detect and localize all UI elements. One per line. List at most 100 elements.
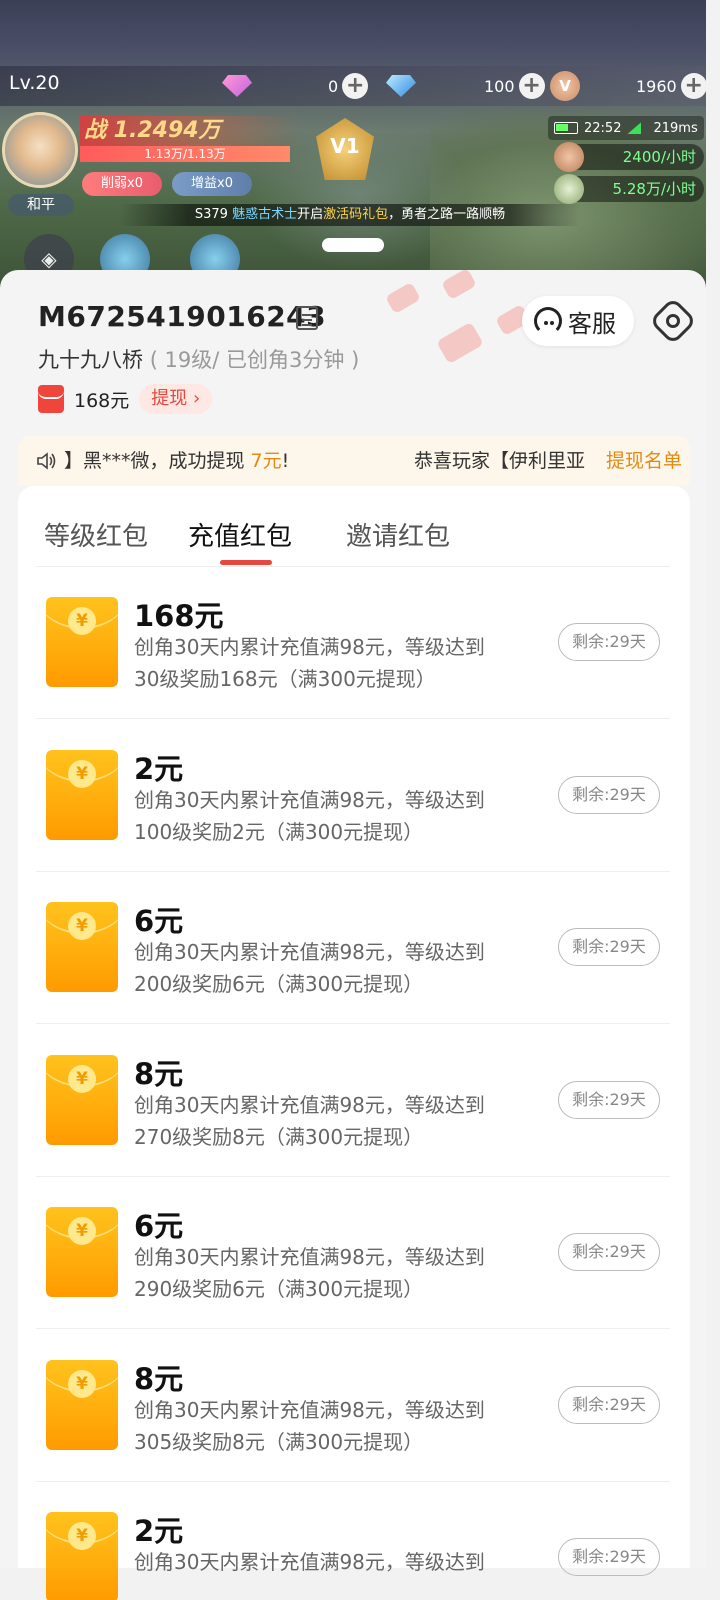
reward-amount: 168元	[134, 599, 224, 633]
coin-value: 1960	[636, 76, 677, 96]
reward-amount: 6元	[134, 1209, 184, 1243]
debuff-badge[interactable]: 削弱x0	[82, 172, 162, 196]
yen-icon: ¥	[68, 1522, 96, 1550]
reward-detail: 200级奖励6元（满300元提现）	[134, 972, 424, 996]
reward-row[interactable]: ¥6元 创角30天内累计充值满98元，等级达到 200级奖励6元（满300元提现） 剩…	[36, 872, 670, 1024]
reward-description: 创角30天内累计充值满98元，等级达到 305级奖励8元（满300元提现）	[134, 1394, 544, 1458]
marquee-text: 】黑***微，成功提现	[64, 450, 251, 472]
announcement-suffix: ，勇者之路一路顺畅	[388, 207, 506, 222]
exp-icon	[554, 174, 584, 204]
reward-row[interactable]: ¥6元 创角30天内累计充值满98元，等级达到 290级奖励6元（满300元提现） 剩…	[36, 1177, 670, 1329]
reward-condition: 创角30天内累计充值满98元，等级达到	[134, 635, 485, 659]
role-name: 九十九八桥	[38, 348, 143, 372]
gold-coin-icon	[554, 142, 584, 172]
gold-rate: 2400/小时	[554, 142, 704, 172]
marquee-amount: 7元	[250, 450, 282, 472]
reward-condition: 创角30天内累计充值满98元，等级达到	[134, 1092, 485, 1117]
wallet-balance: 168元	[74, 389, 130, 412]
reward-description: 创角30天内累计充值满98元，等级达到 100级奖励2元（满300元提现）	[134, 784, 544, 848]
reward-condition: 创角30天内累计充值满98元，等级达到	[134, 1245, 485, 1269]
yen-icon: ¥	[68, 912, 96, 940]
withdraw-list-link[interactable]: 提现名单	[606, 436, 682, 486]
red-envelope-icon	[38, 385, 64, 413]
reward-condition: 创角30天内累计充值满98元，等级达到	[134, 1550, 485, 1574]
red-envelope-icon: ¥	[46, 1512, 118, 1600]
role-info: 九十九八桥 ( 19级/ 已创角3分钟 )	[38, 344, 359, 374]
yen-icon: ¥	[68, 1369, 96, 1398]
pink-gem-value: 0	[328, 76, 339, 96]
device-status: 22:52 219ms	[548, 116, 704, 140]
yen-icon: ¥	[68, 607, 96, 635]
remaining-days-badge: 剩余:29天	[558, 1080, 660, 1119]
add-coin-button[interactable]: +	[680, 73, 707, 99]
coin-icon: V	[550, 71, 580, 101]
combat-power: 战 1.2494万	[80, 116, 300, 146]
exp-rate: 5.28万/小时	[554, 174, 704, 204]
reward-description: 创角30天内累计充值满98元，等级达到 290级奖励6元（满300元提现）	[134, 1241, 544, 1305]
reward-amount: 2元	[134, 1514, 184, 1548]
reward-row[interactable]: ¥2元 创角30天内累计充值满98元，等级达到 100级奖励2元（满300元提现） 剩…	[36, 720, 670, 872]
reward-description: 创角30天内累计充值满98元，等级达到	[134, 1546, 544, 1578]
exp-rate-value: 5.28万/小时	[612, 180, 696, 198]
tab-level-redpack[interactable]: 等级红包	[44, 516, 148, 553]
add-pink-gem-button[interactable]: +	[342, 73, 369, 99]
tab-invite-redpack[interactable]: 邀请红包	[346, 516, 450, 553]
marquee-message-1: 】黑***微，成功提现 7元!	[64, 436, 289, 486]
tab-recharge-redpack[interactable]: 充值红包	[188, 516, 292, 553]
reward-detail: 305级奖励8元（满300元提现）	[134, 1429, 424, 1454]
yen-icon: ¥	[68, 1064, 96, 1093]
blue-gem-value: 100	[484, 76, 515, 96]
reward-amount: 6元	[134, 904, 184, 938]
hp-bar: 1.13万/1.13万	[80, 146, 290, 162]
blue-gem-icon	[386, 75, 416, 97]
copy-icon[interactable]	[296, 306, 318, 330]
red-envelope-icon: ¥	[46, 597, 118, 687]
withdraw-button[interactable]: 提现 ›	[139, 384, 213, 414]
remaining-days-badge: 剩余:29天	[558, 623, 660, 661]
gold-rate-value: 2400/小时	[622, 148, 696, 166]
blue-gem-counter: 100 +	[386, 72, 545, 100]
red-envelope-icon: ¥	[46, 1359, 118, 1450]
marquee-message-2: 恭喜玩家【伊利里亚	[414, 450, 586, 472]
sheet-drag-handle[interactable]	[322, 238, 384, 252]
reward-detail: 100级奖励2元（满300元提现）	[134, 819, 424, 844]
reward-detail: 290级奖励6元（满300元提现）	[134, 1277, 424, 1301]
reward-row[interactable]: ¥168元 创角30天内累计充值满98元，等级达到 30级奖励168元（满300元提…	[36, 567, 670, 719]
red-envelope-icon: ¥	[46, 1054, 118, 1145]
clock: 22:52	[584, 120, 622, 136]
level-label: Lv.20	[9, 72, 60, 94]
reward-condition: 创角30天内累计充值满98元，等级达到	[134, 1397, 485, 1422]
pink-gem-counter: 0 +	[222, 72, 369, 100]
pink-gem-icon	[222, 75, 252, 97]
reward-description: 创角30天内累计充值满98元，等级达到 30级奖励168元（满300元提现）	[134, 631, 544, 695]
add-blue-gem-button[interactable]: +	[518, 73, 545, 99]
signal-icon	[627, 122, 642, 134]
yen-icon: ¥	[68, 759, 96, 788]
reward-description: 创角30天内累计充值满98元，等级达到 270级奖励8元（满300元提现）	[134, 1089, 544, 1153]
active-tab-indicator	[220, 560, 272, 565]
coin-counter: V 1960 +	[550, 71, 707, 101]
reward-detail: 270级奖励8元（满300元提现）	[134, 1124, 424, 1149]
reward-row[interactable]: ¥2元 创角30天内累计充值满98元，等级达到 剩余:29天	[36, 1482, 670, 1600]
ping: 219ms	[653, 120, 698, 136]
reward-amount: 8元	[134, 1056, 184, 1091]
player-name: 和平	[8, 194, 74, 216]
reward-condition: 创角30天内累计充值满98元，等级达到	[134, 787, 485, 812]
announcement-server: S379	[194, 207, 228, 222]
player-avatar[interactable]	[2, 112, 78, 188]
reward-row[interactable]: ¥8元 创角30天内累计充值满98元，等级达到 270级奖励8元（满300元提现） 剩…	[36, 1025, 670, 1177]
reward-row[interactable]: ¥8元 创角30天内累计充值满98元，等级达到 305级奖励8元（满300元提现） 剩…	[36, 1330, 670, 1482]
customer-service-button[interactable]: 客服	[522, 296, 634, 346]
account-id: M6725419016243	[38, 300, 327, 333]
announcement-player: 魅惑古术士	[232, 207, 298, 222]
reward-amount: 8元	[134, 1361, 184, 1396]
role-detail: ( 19级/ 已创角3分钟 )	[149, 348, 360, 372]
server-announcement: S379 魅惑古术士开启激活码礼包，勇者之路一路顺畅	[120, 204, 580, 226]
red-envelope-icon: ¥	[46, 1207, 118, 1297]
yen-icon: ¥	[68, 1217, 96, 1245]
remaining-days-badge: 剩余:29天	[558, 1233, 660, 1271]
reward-description: 创角30天内累计充值满98元，等级达到 200级奖励6元（满300元提现）	[134, 936, 544, 1000]
speaker-icon	[37, 452, 56, 470]
wallet: 168元 提现 ›	[38, 384, 213, 414]
buff-badge[interactable]: 增益x0	[172, 172, 252, 196]
